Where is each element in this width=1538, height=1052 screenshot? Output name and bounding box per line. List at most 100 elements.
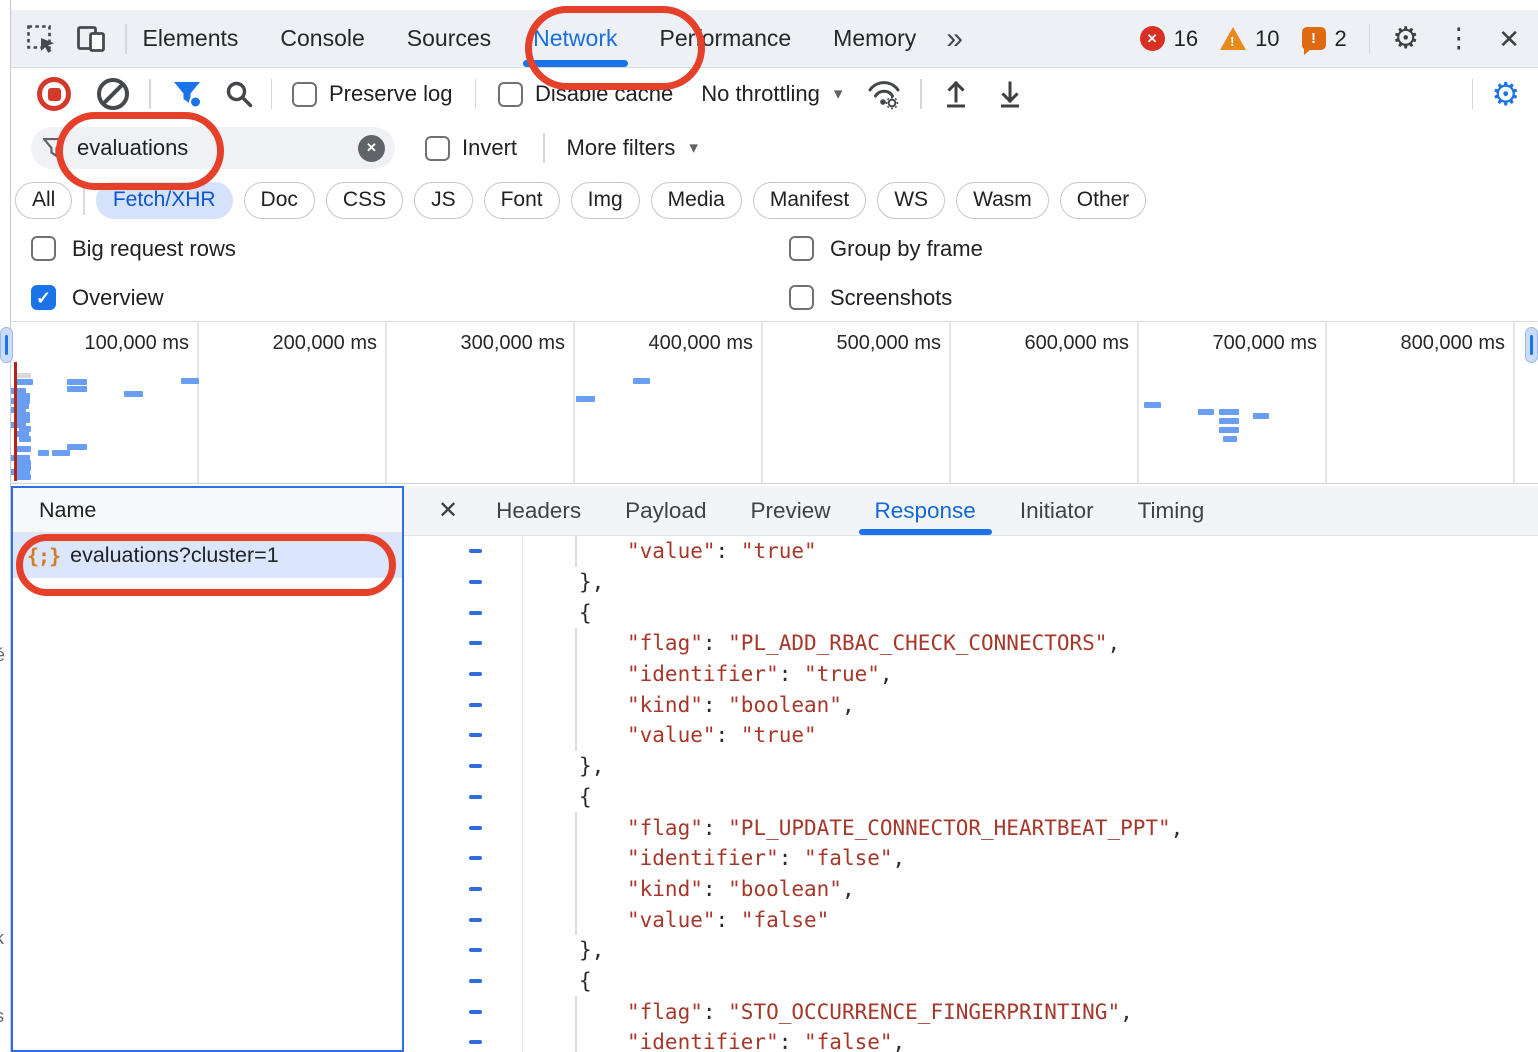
request-row[interactable]: {;} evaluations?cluster=1 [13,533,402,578]
chip-fetch-xhr[interactable]: Fetch/XHR [96,182,233,219]
screenshots-checkbox[interactable]: ✓ [789,285,814,310]
import-har-icon[interactable] [942,79,970,109]
overview-request-bar [14,474,31,480]
search-icon[interactable] [225,80,253,108]
group-by-frame-option[interactable]: ✓ Group by frame [789,224,1538,273]
detail-tab-headers[interactable]: Headers [496,486,581,535]
code-gutter[interactable] [404,567,523,598]
code-gutter[interactable] [404,843,523,874]
fold-marker-icon[interactable] [469,1040,482,1044]
code-gutter[interactable] [404,874,523,905]
fold-marker-icon[interactable] [469,856,482,860]
name-column-header[interactable]: Name [13,488,402,533]
preserve-log-checkbox[interactable]: ✓ [292,82,317,107]
detail-tab-response[interactable]: Response [875,486,976,535]
disable-cache-checkbox[interactable]: ✓ [498,82,523,107]
close-detail-icon[interactable]: ✕ [438,496,458,525]
code-gutter[interactable] [404,659,523,690]
code-gutter[interactable] [404,935,523,966]
tab-memory[interactable]: Memory [833,10,916,67]
big-request-rows-checkbox[interactable]: ✓ [31,236,56,261]
fold-marker-icon[interactable] [469,948,482,952]
invert-filter-checkbox[interactable]: ✓ [425,136,450,161]
chip-img[interactable]: Img [571,182,640,219]
issues-count-badge[interactable]: ! 2 [1302,26,1347,52]
tab-sources[interactable]: Sources [407,10,491,67]
chip-ws[interactable]: WS [877,182,945,219]
code-gutter[interactable] [404,689,523,720]
detail-tab-preview[interactable]: Preview [750,486,830,535]
response-body-viewer[interactable]: "value": "true"},{"flag": "PL_ADD_RBAC_C… [404,536,1538,1052]
throttling-select[interactable]: No throttling [701,81,820,107]
clear-network-log-button[interactable] [97,78,129,110]
detail-tab-initiator[interactable]: Initiator [1020,486,1094,535]
fold-marker-icon[interactable] [469,703,482,707]
fold-marker-icon[interactable] [469,887,482,891]
fold-marker-icon[interactable] [469,549,482,553]
code-gutter[interactable] [404,536,523,567]
close-devtools-icon[interactable]: ✕ [1498,26,1520,52]
more-panels-icon[interactable]: » [946,24,963,54]
chip-js[interactable]: JS [414,182,473,219]
fold-marker-icon[interactable] [469,979,482,983]
chip-media[interactable]: Media [651,182,742,219]
filter-input[interactable]: evaluations ✕ [31,127,395,169]
more-filters-dropdown-icon[interactable]: ▾ [689,138,698,158]
network-conditions-icon[interactable] [866,77,902,111]
big-request-rows-option[interactable]: ✓ Big request rows [31,224,789,273]
code-gutter[interactable] [404,782,523,813]
fold-marker-icon[interactable] [469,795,482,799]
more-options-kebab-icon[interactable]: ⋮ [1445,25,1472,52]
chip-wasm[interactable]: Wasm [956,182,1049,219]
chip-manifest[interactable]: Manifest [753,182,866,219]
code-gutter[interactable] [404,996,523,1027]
tab-elements[interactable]: Elements [143,10,239,67]
code-gutter[interactable] [404,597,523,628]
fold-marker-icon[interactable] [469,764,482,768]
code-gutter[interactable] [404,812,523,843]
warning-count-badge[interactable]: ! 10 [1220,26,1279,52]
code-gutter[interactable] [404,628,523,659]
code-gutter[interactable] [404,751,523,782]
group-by-frame-checkbox[interactable]: ✓ [789,236,814,261]
error-count-badge[interactable]: ✕ 16 [1140,26,1198,52]
tab-console[interactable]: Console [280,10,364,67]
chip-other[interactable]: Other [1060,182,1147,219]
detail-tab-payload[interactable]: Payload [625,486,706,535]
fold-marker-icon[interactable] [469,641,482,645]
code-gutter[interactable] [404,966,523,997]
fold-marker-icon[interactable] [469,733,482,737]
chip-doc[interactable]: Doc [244,182,315,219]
chip-css[interactable]: CSS [326,182,403,219]
code-gutter[interactable] [404,720,523,751]
network-settings-gear-icon[interactable]: ⚙ [1491,78,1520,110]
record-network-log-button[interactable] [37,77,71,111]
fold-marker-icon[interactable] [469,580,482,584]
network-overview-timeline[interactable]: 100,000 ms200,000 ms300,000 ms400,000 ms… [11,322,1538,484]
overview-window-right-handle[interactable] [1525,327,1538,363]
chip-font[interactable]: Font [484,182,560,219]
fold-marker-icon[interactable] [469,918,482,922]
overview-option[interactable]: ✓ Overview [31,273,789,322]
fold-marker-icon[interactable] [469,672,482,676]
code-gutter[interactable] [404,904,523,935]
export-har-icon[interactable] [996,79,1024,109]
tab-performance[interactable]: Performance [660,10,792,67]
settings-gear-icon[interactable]: ⚙ [1392,24,1419,54]
inspect-element-icon[interactable] [25,23,57,55]
fold-marker-icon[interactable] [469,611,482,615]
detail-tab-timing[interactable]: Timing [1138,486,1205,535]
device-toolbar-icon[interactable] [75,23,109,55]
fold-marker-icon[interactable] [469,1010,482,1014]
throttling-dropdown-icon[interactable]: ▾ [834,84,843,104]
overview-window-left-handle[interactable] [0,327,13,363]
code-gutter[interactable] [404,1027,523,1052]
more-filters-button[interactable]: More filters [567,135,676,161]
filter-toggle-icon[interactable] [171,78,203,110]
fold-marker-icon[interactable] [469,826,482,830]
clear-filter-icon[interactable]: ✕ [358,135,385,162]
chip-all[interactable]: All [15,182,72,219]
overview-checkbox[interactable]: ✓ [31,285,56,310]
screenshots-option[interactable]: ✓ Screenshots [789,273,1538,322]
tab-network[interactable]: Network [533,10,617,67]
